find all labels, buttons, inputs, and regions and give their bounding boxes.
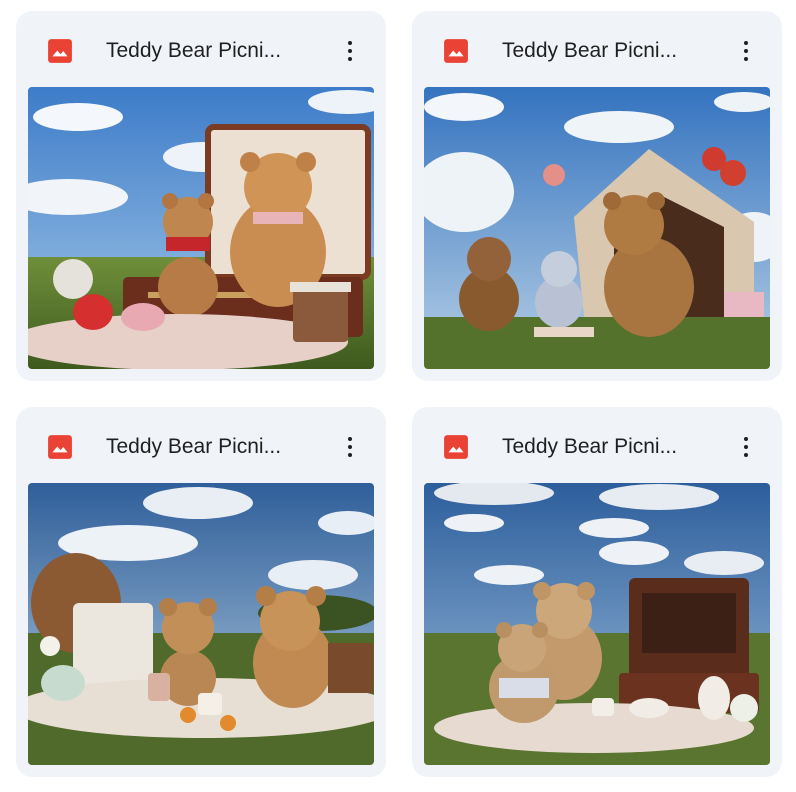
image-file-icon: [48, 39, 72, 63]
file-grid: Teddy Bear Picni... Teddy Bear Picni... …: [0, 0, 796, 792]
file-card[interactable]: Teddy Bear Picni...: [412, 407, 782, 777]
image-file-icon: [444, 39, 468, 63]
image-file-icon: [48, 435, 72, 459]
file-thumbnail[interactable]: [424, 87, 770, 369]
file-thumbnail[interactable]: [424, 483, 770, 765]
file-title: Teddy Bear Picni...: [106, 39, 282, 62]
file-thumbnail[interactable]: [28, 483, 374, 765]
more-options-button[interactable]: [734, 431, 758, 463]
file-card[interactable]: Teddy Bear Picni...: [16, 407, 386, 777]
more-vert-icon: [348, 41, 352, 45]
more-vert-icon: [744, 41, 748, 45]
more-vert-icon: [348, 437, 352, 441]
file-card-header: Teddy Bear Picni...: [16, 407, 386, 483]
file-card-header: Teddy Bear Picni...: [412, 11, 782, 87]
more-options-button[interactable]: [338, 35, 362, 67]
file-card-header: Teddy Bear Picni...: [412, 407, 782, 483]
file-card-header: Teddy Bear Picni...: [16, 11, 386, 87]
file-thumbnail[interactable]: [28, 87, 374, 369]
file-card[interactable]: Teddy Bear Picni...: [412, 11, 782, 381]
file-title: Teddy Bear Picni...: [502, 435, 678, 458]
more-options-button[interactable]: [338, 431, 362, 463]
image-file-icon: [444, 435, 468, 459]
more-options-button[interactable]: [734, 35, 758, 67]
file-title: Teddy Bear Picni...: [502, 39, 678, 62]
file-title: Teddy Bear Picni...: [106, 435, 282, 458]
file-card[interactable]: Teddy Bear Picni...: [16, 11, 386, 381]
more-vert-icon: [744, 437, 748, 441]
